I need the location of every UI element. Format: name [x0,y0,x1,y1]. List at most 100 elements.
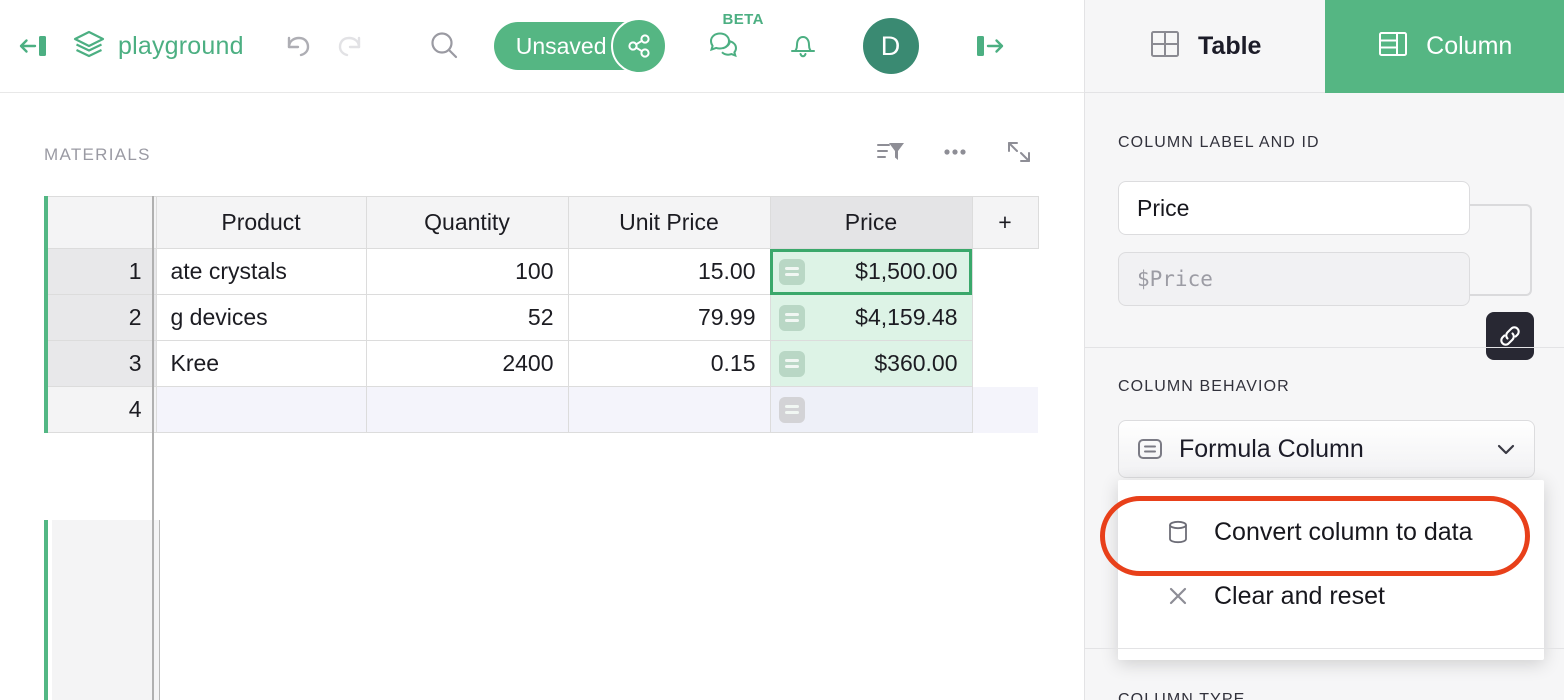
grid-blank-canvas [161,520,1034,700]
panel-tab-bar: Table Column [1085,0,1564,93]
cell-spacer [972,295,1038,341]
column-label-input[interactable]: Price [1118,181,1470,235]
table-grid-icon [1148,27,1182,66]
column-header-product[interactable]: Product [156,197,366,249]
main-area: playground U [0,0,1084,700]
menu-item-clear-and-reset[interactable]: Clear and reset [1118,566,1544,626]
table-row[interactable]: 2 g devices 52 79.99 $4,159.48 [48,295,1038,341]
notifications-bell-icon[interactable] [781,24,825,68]
row-number[interactable]: 1 [48,249,156,295]
app-logo[interactable]: playground [72,28,244,65]
cell-unit-price[interactable]: 0.15 [568,341,770,387]
redo-icon [330,25,372,67]
table-header-row: Product Quantity Unit Price Price + [48,197,1038,249]
cell-quantity[interactable]: 100 [366,249,568,295]
cell-quantity[interactable] [366,387,568,433]
share-icon[interactable] [611,18,667,74]
grid-rownum-gutter [52,520,160,700]
tab-column[interactable]: Column [1325,0,1564,93]
cell-unit-price[interactable]: 79.99 [568,295,770,341]
sheet-container: MATERIALS [0,93,1084,700]
formula-column-icon [779,397,805,423]
cell-price[interactable]: $1,500.00 [770,249,972,295]
undo-icon[interactable] [276,25,318,67]
materials-table: Product Quantity Unit Price Price + 1 at… [48,196,1039,433]
column-header-rownum[interactable] [48,197,156,249]
column-behavior-value: Formula Column [1179,435,1494,464]
layers-logo-icon [72,28,106,65]
collapse-sidebar-icon[interactable] [14,26,54,66]
cell-product[interactable]: g devices [156,295,366,341]
column-id-placeholder: $Price [1137,267,1213,291]
column-icon [1376,27,1410,66]
search-icon[interactable] [422,24,466,68]
chevron-down-icon [1494,437,1518,461]
menu-item-clear-label: Clear and reset [1214,582,1385,611]
column-label-value: Price [1137,195,1189,222]
column-behavior-dropdown: Convert column to data Clear and reset [1118,480,1544,660]
cell-price[interactable] [770,387,972,433]
close-x-icon [1164,582,1192,610]
app-name-label: playground [118,32,244,61]
column-header-quantity[interactable]: Quantity [366,197,568,249]
column-behavior-select[interactable]: Formula Column [1118,420,1535,478]
column-header-price[interactable]: Price [770,197,972,249]
sheet-title: MATERIALS [44,145,151,165]
column-label-section: COLUMN LABEL AND ID Price $Price [1085,93,1564,347]
menu-item-convert-column-to-data[interactable]: Convert column to data [1118,502,1544,562]
cell-product[interactable]: ate crystals [156,249,366,295]
grid-empty-area[interactable] [44,520,1034,700]
formula-column-icon [779,259,805,285]
avatar[interactable]: D [863,18,919,74]
tab-table-label: Table [1198,32,1261,61]
row-number[interactable]: 2 [48,295,156,341]
save-status-button[interactable]: Unsaved [494,22,659,70]
column-id-input[interactable]: $Price [1118,252,1470,306]
data-grid[interactable]: Product Quantity Unit Price Price + 1 at… [44,196,1034,433]
menu-item-convert-label: Convert column to data [1214,518,1472,547]
cell-price-value: $4,159.48 [855,304,957,330]
cell-quantity[interactable]: 52 [366,295,568,341]
app-root: playground U [0,0,1564,700]
column-type-heading: COLUMN TYPE [1118,691,1245,700]
table-row[interactable]: 3 Kree 2400 0.15 $360.00 [48,341,1038,387]
database-icon [1164,518,1192,546]
beta-badge: BETA [723,11,764,28]
cell-price[interactable]: $4,159.48 [770,295,972,341]
cell-price-value: $360.00 [874,350,957,376]
cell-product[interactable] [156,387,366,433]
cell-product[interactable]: Kree [156,341,366,387]
top-toolbar: playground U [0,0,1084,93]
column-type-section: COLUMN TYPE [1085,649,1564,700]
row-number[interactable]: 3 [48,341,156,387]
formula-column-icon [779,305,805,331]
row-number[interactable]: 4 [48,387,156,433]
cell-spacer [972,341,1038,387]
add-column-button[interactable]: + [972,197,1038,249]
table-row[interactable]: 4 [48,387,1038,433]
properties-panel: Table Column COLUMN LABEL AND ID Price [1084,0,1564,700]
column-behavior-section: COLUMN BEHAVIOR Formula Column [1085,348,1564,648]
sheet-toolbar [874,135,1036,169]
expand-icon[interactable] [1002,135,1036,169]
avatar-initial: D [881,31,901,62]
table-row[interactable]: 1 ate crystals 100 15.00 $1,500.00 [48,249,1038,295]
column-label-heading: COLUMN LABEL AND ID [1118,134,1320,152]
column-header-unit-price[interactable]: Unit Price [568,197,770,249]
cell-price[interactable]: $360.00 [770,341,972,387]
cell-price-value: $1,500.00 [855,258,957,284]
sort-filter-icon[interactable] [874,135,908,169]
formula-column-icon [1135,434,1165,464]
logout-icon[interactable] [967,24,1011,68]
formula-column-icon [779,351,805,377]
comments-icon[interactable]: BETA [701,23,747,69]
tab-table[interactable]: Table [1085,0,1325,93]
cell-unit-price[interactable] [568,387,770,433]
save-status-label: Unsaved [516,33,607,60]
column-behavior-heading: COLUMN BEHAVIOR [1118,378,1290,396]
link-brace-decoration [1470,204,1532,296]
cell-quantity[interactable]: 2400 [366,341,568,387]
cell-unit-price[interactable]: 15.00 [568,249,770,295]
more-options-icon[interactable] [938,135,972,169]
cell-spacer [972,249,1038,295]
